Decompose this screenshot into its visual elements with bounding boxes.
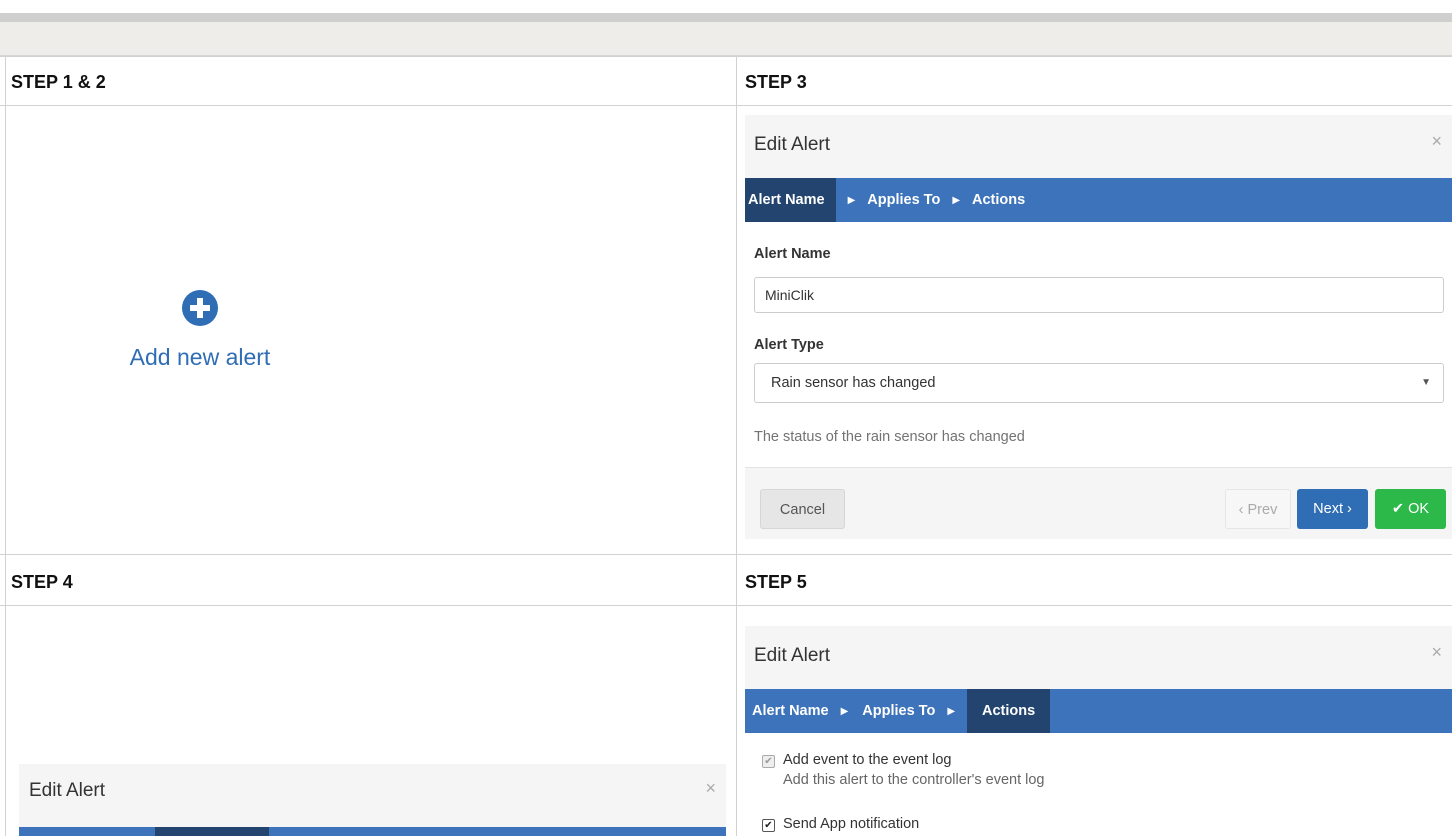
modal-header: Edit Alert ×	[745, 115, 1452, 178]
wizard-step-label: Alert Name	[752, 703, 829, 719]
wizard-step-active	[155, 827, 269, 836]
event-log-checkbox[interactable]: ✔	[762, 755, 775, 768]
event-log-label: Add event to the event log	[783, 752, 952, 768]
wizard-step-alert-name[interactable]: Alert Name	[745, 178, 836, 222]
grid-line	[0, 554, 1452, 555]
modal-footer: Cancel ‹ Prev Next › ✔ OK	[745, 467, 1452, 539]
close-icon[interactable]: ×	[1431, 131, 1442, 152]
top-band	[0, 22, 1452, 56]
wizard-step-label: Actions	[972, 192, 1026, 208]
wizard-step-applies-to[interactable]: Applies To	[860, 689, 935, 733]
ok-button[interactable]: ✔ OK	[1375, 489, 1446, 529]
grid-line	[5, 56, 6, 836]
edit-alert-modal-step5: Edit Alert × Alert Name ▶ Applies To ▶ A…	[745, 626, 1452, 836]
caret-right-icon: ▶	[947, 705, 956, 717]
alert-type-description: The status of the rain sensor has change…	[754, 429, 1025, 445]
wizard-step-alert-name[interactable]: Alert Name	[745, 689, 829, 733]
top-whitespace	[0, 0, 1452, 13]
check-icon: ✔	[1391, 501, 1405, 517]
edit-alert-modal-step4: Edit Alert ×	[19, 764, 726, 836]
modal-title: Edit Alert	[754, 134, 831, 155]
grid-line	[0, 56, 1452, 57]
modal-header: Edit Alert ×	[19, 764, 726, 827]
app-notification-label: Send App notification	[783, 816, 920, 832]
alert-type-value: Rain sensor has changed	[771, 375, 936, 391]
step-1-2-title: STEP 1 & 2	[11, 72, 106, 92]
top-rule	[0, 13, 1452, 22]
step-3-title: STEP 3	[745, 72, 807, 92]
grid-line	[736, 56, 737, 836]
ok-label: OK	[1408, 501, 1430, 517]
edit-alert-modal-step3: Edit Alert × Alert Name ▶ Applies To ▶ A…	[745, 115, 1452, 539]
wizard-steps	[19, 827, 726, 836]
wizard-step-actions[interactable]: Actions	[967, 689, 1051, 733]
caret-right-icon: ▶	[847, 194, 856, 206]
prev-button[interactable]: ‹ Prev	[1225, 489, 1291, 529]
cancel-button[interactable]: Cancel	[760, 489, 845, 529]
close-icon[interactable]: ×	[705, 778, 716, 799]
modal-title: Edit Alert	[29, 780, 106, 801]
caret-right-icon: ▶	[840, 705, 849, 717]
wizard-step-label: Actions	[982, 703, 1036, 719]
close-icon[interactable]: ×	[1431, 642, 1442, 663]
wizard-step-label: Applies To	[867, 192, 941, 208]
alert-type-label: Alert Type	[754, 337, 824, 353]
wizard-step-label: Alert Name	[748, 192, 825, 208]
add-new-alert-button[interactable]: Add new alert	[100, 290, 300, 371]
modal-header: Edit Alert ×	[745, 626, 1452, 689]
wizard-steps: Alert Name ▶ Applies To ▶ Actions	[745, 689, 1452, 733]
plus-circle-icon	[182, 290, 218, 326]
modal-title: Edit Alert	[754, 645, 831, 666]
alert-type-select[interactable]: Rain sensor has changed ▼	[754, 363, 1444, 403]
chevron-down-icon: ▼	[1421, 377, 1431, 388]
alert-name-label: Alert Name	[754, 246, 831, 262]
wizard-steps: Alert Name ▶ Applies To ▶ Actions	[745, 178, 1452, 222]
step-5-title: STEP 5	[745, 572, 807, 592]
event-log-description: Add this alert to the controller's event…	[783, 772, 1045, 788]
add-new-alert-label: Add new alert	[129, 344, 271, 370]
wizard-step-applies-to[interactable]: Applies To	[867, 178, 940, 222]
wizard-step-label: Applies To	[862, 703, 936, 719]
caret-right-icon: ▶	[952, 194, 961, 206]
app-notification-checkbox[interactable]: ✔	[762, 819, 775, 832]
wizard-step-actions[interactable]: Actions	[972, 178, 1025, 222]
grid-line	[0, 105, 1452, 106]
step-4-title: STEP 4	[11, 572, 73, 592]
grid-line	[0, 605, 1452, 606]
next-button[interactable]: Next ›	[1297, 489, 1368, 529]
alert-name-input[interactable]: MiniClik	[754, 277, 1444, 313]
